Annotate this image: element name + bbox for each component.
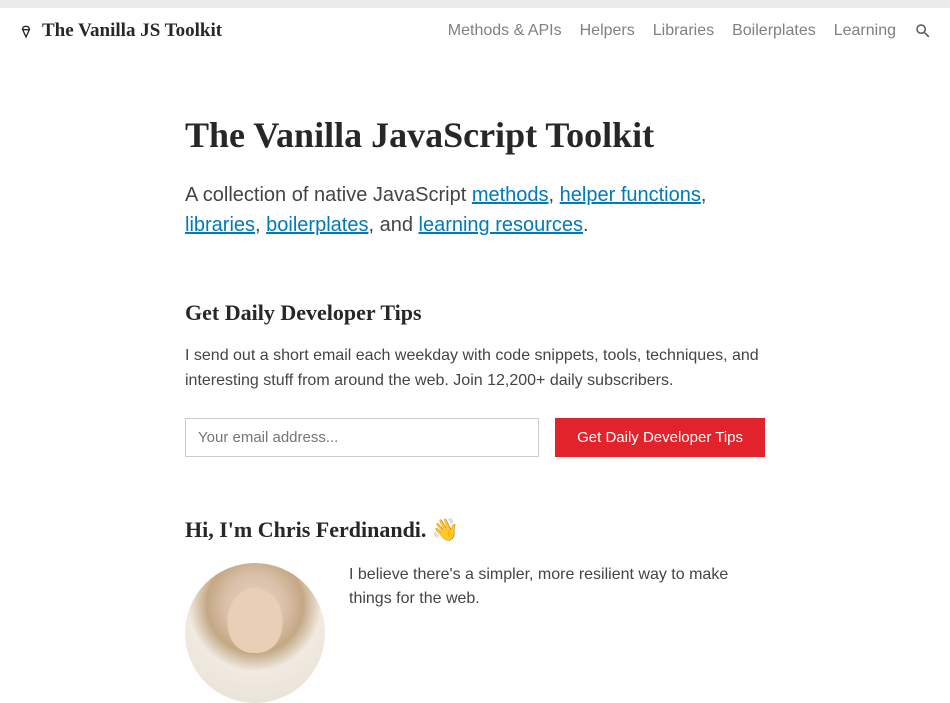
tips-description: I send out a short email each weekday wi… <box>185 344 765 394</box>
nav-learning[interactable]: Learning <box>834 22 896 40</box>
browser-chrome-bar <box>0 0 950 8</box>
site-header: The Vanilla JS Toolkit Methods & APIs He… <box>0 8 950 54</box>
site-logo[interactable]: The Vanilla JS Toolkit <box>18 20 222 42</box>
nav-helpers[interactable]: Helpers <box>580 22 635 40</box>
email-field[interactable] <box>185 418 539 457</box>
bio-text: I believe there's a simpler, more resili… <box>349 563 765 613</box>
tips-heading: Get Daily Developer Tips <box>185 300 765 326</box>
bio-heading-text: Hi, I'm Chris Ferdinandi. <box>185 517 432 542</box>
intro-prefix: A collection of native JavaScript <box>185 184 472 206</box>
intro-link-boilerplates[interactable]: boilerplates <box>266 214 368 236</box>
intro-link-helper-functions[interactable]: helper functions <box>560 184 701 206</box>
intro-link-methods[interactable]: methods <box>472 184 549 206</box>
search-icon[interactable] <box>914 22 932 40</box>
site-title: The Vanilla JS Toolkit <box>42 20 222 42</box>
nav-methods-apis[interactable]: Methods & APIs <box>448 22 562 40</box>
signup-form: Get Daily Developer Tips <box>185 418 765 457</box>
bio-heading: Hi, I'm Chris Ferdinandi. 👋 <box>185 517 765 543</box>
avatar <box>185 563 325 703</box>
nav-libraries[interactable]: Libraries <box>653 22 714 40</box>
main-nav: Methods & APIs Helpers Libraries Boilerp… <box>448 22 932 40</box>
bio-section: I believe there's a simpler, more resili… <box>185 563 765 703</box>
intro-link-learning-resources[interactable]: learning resources <box>419 214 584 236</box>
wave-icon: 👋 <box>432 517 459 543</box>
nav-boilerplates[interactable]: Boilerplates <box>732 22 816 40</box>
page-title: The Vanilla JavaScript Toolkit <box>185 114 765 156</box>
main-content: The Vanilla JavaScript Toolkit A collect… <box>175 54 775 703</box>
intro-link-libraries[interactable]: libraries <box>185 214 255 236</box>
subscribe-button[interactable]: Get Daily Developer Tips <box>555 418 765 457</box>
intro-paragraph: A collection of native JavaScript method… <box>185 180 765 240</box>
icecream-icon <box>18 23 34 39</box>
